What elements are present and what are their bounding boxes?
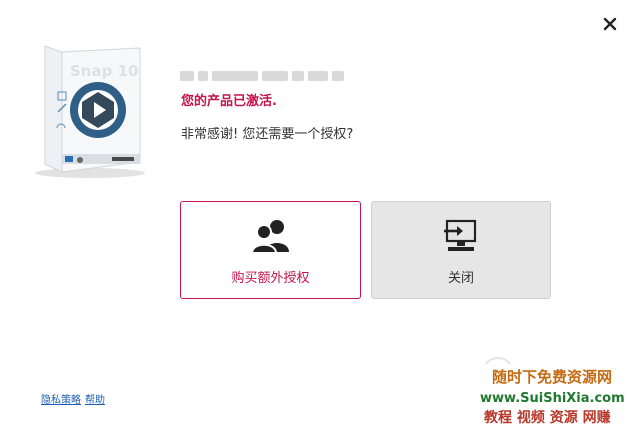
close-dialog-button[interactable]: 关闭 bbox=[371, 201, 551, 299]
users-icon bbox=[250, 219, 289, 254]
privacy-policy-link[interactable]: 隐私策略 bbox=[41, 395, 81, 406]
svg-text:www.SuiShiXia.com: www.SuiShiXia.com bbox=[480, 391, 625, 406]
help-link[interactable]: 帮助 bbox=[85, 395, 105, 406]
box-label: Snap 10 bbox=[70, 62, 138, 80]
buy-license-button[interactable]: 购买额外授权 bbox=[180, 201, 361, 299]
license-question: 非常感谢! 您还需要一个授权? bbox=[181, 127, 354, 142]
close-dialog-label: 关闭 bbox=[447, 270, 474, 286]
watermark-logo: 随时下免费资源网 www.SuiShiXia.com 教程 视频 资源 网赚 bbox=[478, 356, 640, 430]
svg-text:随时下免费资源网: 随时下免费资源网 bbox=[492, 368, 612, 386]
activation-status: 您的产品已激活. bbox=[181, 94, 277, 109]
obscured-title bbox=[180, 70, 360, 82]
close-icon bbox=[603, 17, 617, 31]
footer-links: 隐私策略 帮助 bbox=[41, 391, 109, 406]
buy-license-label: 购买额外授权 bbox=[231, 270, 310, 286]
product-box-image: Snap 10 bbox=[20, 40, 145, 180]
exit-computer-icon bbox=[444, 219, 477, 251]
close-button[interactable] bbox=[598, 12, 622, 36]
svg-text:教程 视频 资源 网赚: 教程 视频 资源 网赚 bbox=[484, 409, 611, 426]
